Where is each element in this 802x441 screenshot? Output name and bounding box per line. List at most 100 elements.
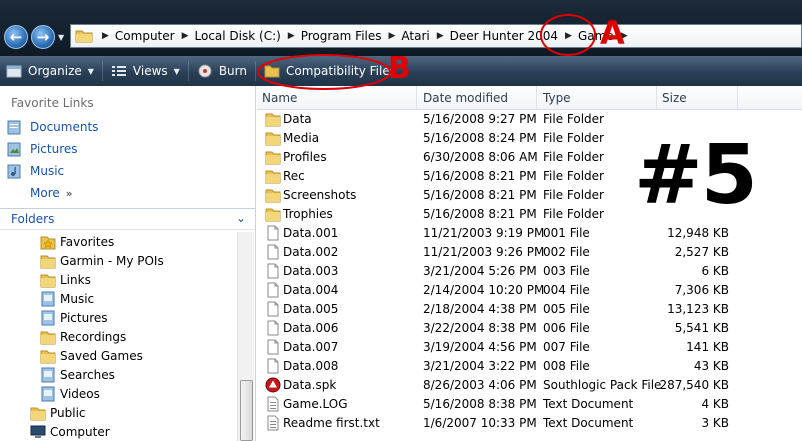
scrollbar-thumb[interactable] [240,380,253,441]
breadcrumb-items: ▶ Computer ▶ Local Disk (C:) ▶ Program Files ▶… [99,25,631,47]
favorite-link-pictures[interactable]: Pictures [6,141,78,157]
recent-pages-dropdown[interactable]: ▼ [58,33,66,42]
breadcrumb-item[interactable]: Deer Hunter 2004 [447,29,562,43]
more-link[interactable]: More » [30,186,72,200]
folder-tree-item[interactable]: Public [30,405,86,421]
organize-icon [6,65,22,78]
folder-tree-label: Links [60,273,91,287]
burn-button[interactable]: Burn [191,56,253,86]
folder-tree-item[interactable]: Pictures [40,310,108,326]
column-divider[interactable] [656,86,657,110]
folder-tree-item[interactable]: Garmin - My POIs [40,253,164,269]
file-size: 141 KB [686,340,729,354]
file-date-modified: 6/30/2008 8:06 AM [423,150,538,164]
favorite-link-label: Pictures [30,142,78,156]
breadcrumb-item[interactable]: Local Disk (C:) [192,29,285,43]
breadcrumb-separator-icon[interactable]: ▶ [562,31,575,41]
file-row[interactable]: Data.004 2/14/2004 10:20 PM 004 File 7,306 … [257,281,802,300]
file-row[interactable]: Game.LOG 5/16/2008 8:38 PM Text Document 4 … [257,395,802,414]
breadcrumb[interactable]: ▶ Computer ▶ Local Disk (C:) ▶ Program Files ▶… [70,24,802,48]
file-size: 13,123 KB [667,302,729,316]
folders-header-label: Folders [11,212,55,226]
file-date-modified: 5/16/2008 9:27 PM [423,112,537,126]
breadcrumb-item[interactable]: Atari [398,29,433,43]
annotation-letter-a: A [600,14,625,52]
favorite-links-header: Favorite Links [11,96,94,110]
file-type: File Folder [543,112,604,126]
file-row[interactable]: Data.006 3/22/2004 8:38 PM 006 File 5,541 K… [257,319,802,338]
file-date-modified: 11/21/2003 9:19 PM [423,226,545,240]
favorite-link-music[interactable]: Music [6,163,64,179]
breadcrumb-item[interactable]: Computer [112,29,179,43]
toolbar-separator [101,61,103,81]
file-row[interactable]: Data.005 2/18/2004 4:38 PM 005 File 13,123 … [257,300,802,319]
file-row[interactable]: Data 5/16/2008 9:27 PM File Folder [257,110,802,129]
views-button[interactable]: Views ▼ [105,56,186,86]
column-header-name[interactable]: Name [262,91,297,105]
file-type: Text Document [543,397,634,411]
folder-icon [265,208,281,222]
folder-tree-item[interactable]: Recordings [40,329,126,345]
chevron-down-icon: ⌄ [236,211,247,225]
file-size: 43 KB [693,359,729,373]
folder-tree-item[interactable]: Favorites [40,234,114,250]
folder-tree-item[interactable]: Links [40,272,91,288]
breadcrumb-item[interactable]: Program Files [298,29,386,43]
file-date-modified: 3/22/2004 8:38 PM [423,321,537,335]
column-header-type[interactable]: Type [543,91,571,105]
folder-tree-item[interactable]: Searches [40,367,115,383]
forward-button[interactable]: → [31,25,55,49]
file-row[interactable]: Readme first.txt 1/6/2007 10:33 PM Text Do… [257,414,802,433]
text-file-icon [267,396,279,412]
column-divider[interactable] [536,86,537,110]
breadcrumb-separator-icon[interactable]: ▶ [386,31,399,41]
breadcrumb-separator-icon[interactable]: ▶ [285,31,298,41]
file-type: 003 File [543,264,590,278]
folder-tree-scrollbar[interactable] [237,232,254,441]
folder-icon [265,132,281,146]
forward-arrow-icon: → [36,27,50,46]
folders-header[interactable]: Folders ⌄ [0,208,255,230]
back-button[interactable]: ← [4,25,28,49]
pictures-icon [7,142,21,157]
favorite-link-documents[interactable]: Documents [6,119,98,135]
breadcrumb-separator-icon[interactable]: ▶ [179,31,192,41]
file-row[interactable]: Data.007 3/19/2004 4:56 PM 007 File 141 KB [257,338,802,357]
folder-icon [265,170,281,184]
column-header-size[interactable]: Size [662,91,687,105]
folder-icon [75,30,93,43]
file-name: Data.007 [283,340,339,354]
burn-label: Burn [218,64,247,78]
breadcrumb-separator-icon[interactable]: ▶ [99,31,112,41]
folder-tree-label: Favorites [60,235,115,249]
folder-tree-item[interactable]: Saved Games [40,348,143,364]
annotation-number: #5 [634,128,758,223]
file-date-modified: 5/16/2008 8:21 PM [423,169,537,183]
toolbar-separator [187,61,189,81]
file-date-modified: 3/21/2004 5:26 PM [423,264,537,278]
file-icon [267,358,279,374]
folder-tree-item[interactable]: Music [40,291,94,307]
file-date-modified: 3/19/2004 4:56 PM [423,340,537,354]
file-type: 005 File [543,302,590,316]
folder-icon [40,255,56,269]
chevron-down-icon: ▼ [173,66,180,76]
file-row[interactable]: Data.spk 8/26/2003 4:06 PM Southlogic Pack… [257,376,802,395]
file-row[interactable]: Data.008 3/21/2004 3:22 PM 008 File 43 KB [257,357,802,376]
column-divider[interactable] [416,86,417,110]
column-divider[interactable] [737,86,738,110]
file-row[interactable]: Data.003 3/21/2004 5:26 PM 003 File 6 KB [257,262,802,281]
folder-tree-item[interactable]: Videos [40,386,100,402]
column-header-date[interactable]: Date modified [423,91,508,105]
folder-tree-label: Recordings [60,330,127,344]
breadcrumb-separator-icon[interactable]: ▶ [434,31,447,41]
file-name: Data.002 [283,245,339,259]
organize-button[interactable]: Organize ▼ [0,56,100,86]
file-row[interactable]: Data.002 11/21/2003 9:26 PM 002 File 2,527 … [257,243,802,262]
compatibility-files-button[interactable]: Compatibility Files [258,56,402,86]
folder-tree-label: Public [50,406,86,420]
file-size: 3 KB [701,416,729,430]
file-row[interactable]: Data.001 11/21/2003 9:19 PM 001 File 12,948… [257,224,802,243]
folder-tree-label: Pictures [60,311,108,325]
folder-tree-item[interactable]: Computer [30,424,110,440]
